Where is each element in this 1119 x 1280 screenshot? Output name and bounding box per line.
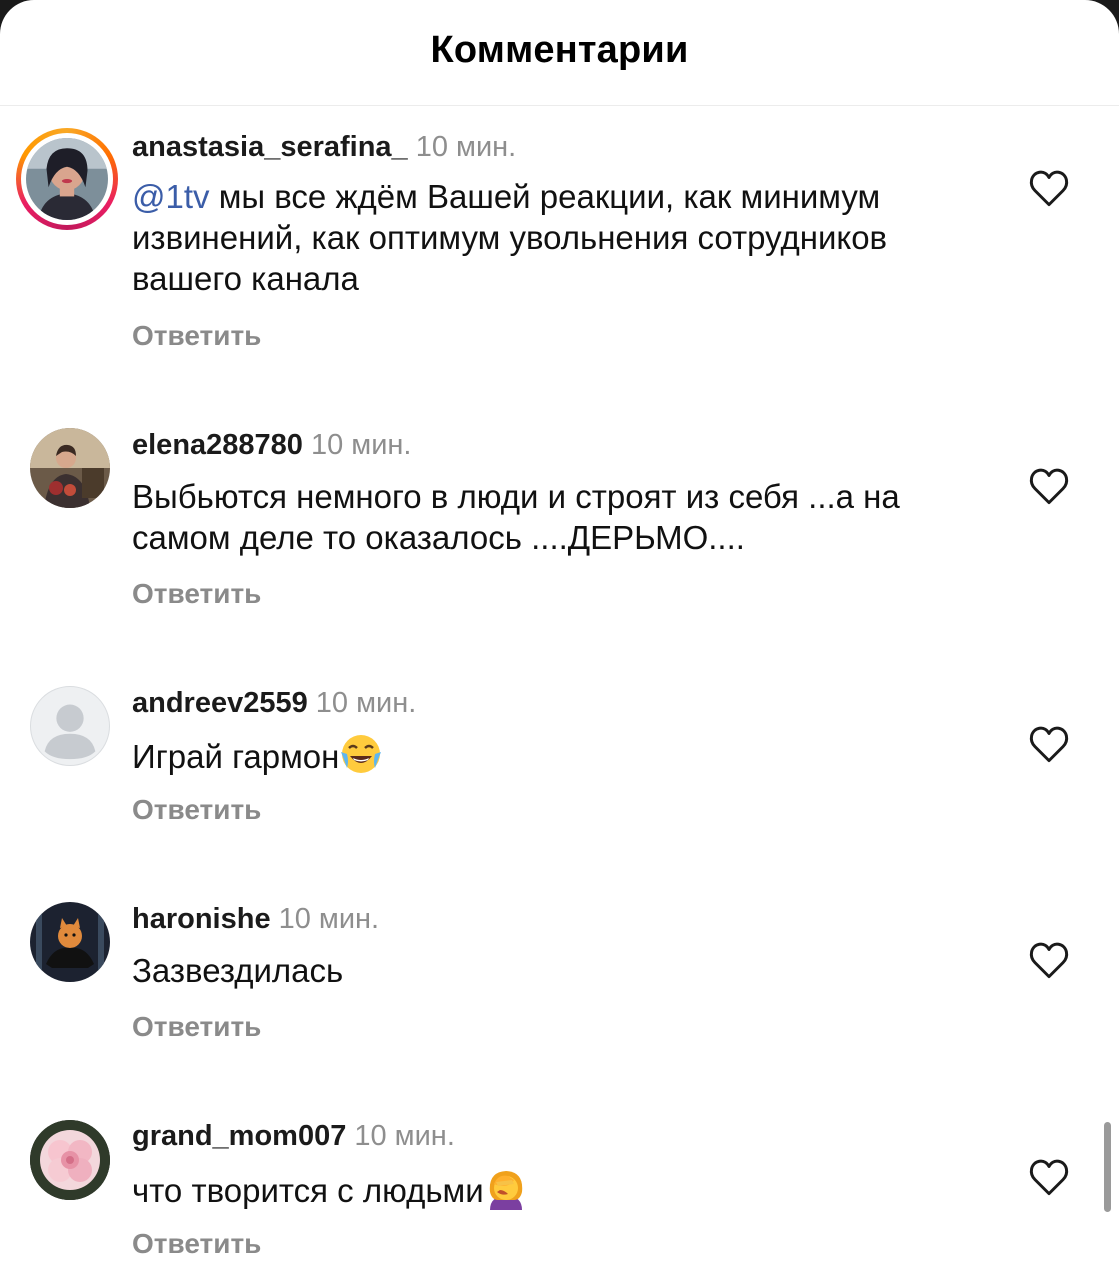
reply-button[interactable]: Ответить [132, 1011, 261, 1043]
username[interactable]: elena288780 [132, 429, 303, 461]
timestamp: 10 мин. [310, 429, 412, 461]
avatar-photo [30, 428, 110, 508]
like-button[interactable] [1028, 168, 1070, 208]
comment-body: Играй гармон [132, 738, 340, 775]
comment-meta: elena288780 10 мин. [132, 428, 411, 462]
comment-meta: haronishe 10 мин. [132, 902, 379, 936]
like-button[interactable] [1028, 724, 1070, 764]
comment-meta: anastasia_serafina_ 10 мин. [132, 130, 516, 164]
default-avatar-icon [44, 704, 96, 760]
avatar-photo [30, 1120, 110, 1200]
username[interactable]: haronishe [132, 903, 271, 935]
comment-meta: grand_mom007 10 мин. [132, 1119, 455, 1153]
timestamp: 10 мин. [278, 903, 380, 935]
scrollbar[interactable] [1104, 1122, 1111, 1212]
comments-header: Комментарии [0, 0, 1119, 106]
avatar[interactable] [16, 128, 118, 230]
comment-text: @1tv мы все ждём Вашей реакции, как мини… [132, 176, 982, 299]
timestamp: 10 мин. [315, 687, 417, 719]
reply-button[interactable]: Ответить [132, 320, 261, 352]
mention-link[interactable]: @1tv [132, 178, 210, 215]
comment-meta: andreev2559 10 мин. [132, 686, 416, 720]
woman-facepalming-emoji-icon [484, 1166, 528, 1210]
timestamp: 10 мин. [354, 1120, 455, 1152]
comment-body: мы все ждём Вашей реакции, как минимум и… [132, 178, 888, 297]
timestamp: 10 мин. [415, 131, 517, 163]
tears-of-joy-emoji-icon [339, 732, 383, 776]
comment-text: Зазвездилась [132, 952, 344, 989]
comment-text: что творится с людьми [132, 1166, 982, 1211]
avatar-photo [30, 902, 110, 982]
heart-outline-icon [1029, 468, 1069, 505]
page-title: Комментарии [430, 29, 689, 71]
reply-button[interactable]: Ответить [132, 1228, 261, 1260]
username[interactable]: anastasia_serafina_ [132, 131, 408, 163]
avatar[interactable] [30, 428, 110, 508]
username[interactable]: grand_mom007 [132, 1120, 346, 1152]
username[interactable]: andreev2559 [132, 687, 308, 719]
comments-sheet: Комментарии anastasia_serafina_ 10 мин. … [0, 0, 1119, 1280]
like-button[interactable] [1028, 1157, 1070, 1197]
comment-text: Играй гармон [132, 732, 982, 777]
avatar[interactable] [30, 902, 110, 982]
like-button[interactable] [1028, 466, 1070, 506]
reply-button[interactable]: Ответить [132, 794, 261, 826]
avatar[interactable] [30, 686, 110, 766]
comment-text: Выбьются немного в люди и строят из себя… [132, 478, 900, 556]
heart-outline-icon [1029, 170, 1069, 207]
comment-body: что творится с людьми [132, 1172, 484, 1209]
heart-outline-icon [1029, 942, 1069, 979]
reply-button[interactable]: Ответить [132, 578, 261, 610]
heart-outline-icon [1029, 726, 1069, 763]
avatar-photo [26, 138, 108, 220]
like-button[interactable] [1028, 940, 1070, 980]
heart-outline-icon [1029, 1159, 1069, 1196]
avatar[interactable] [30, 1120, 110, 1200]
